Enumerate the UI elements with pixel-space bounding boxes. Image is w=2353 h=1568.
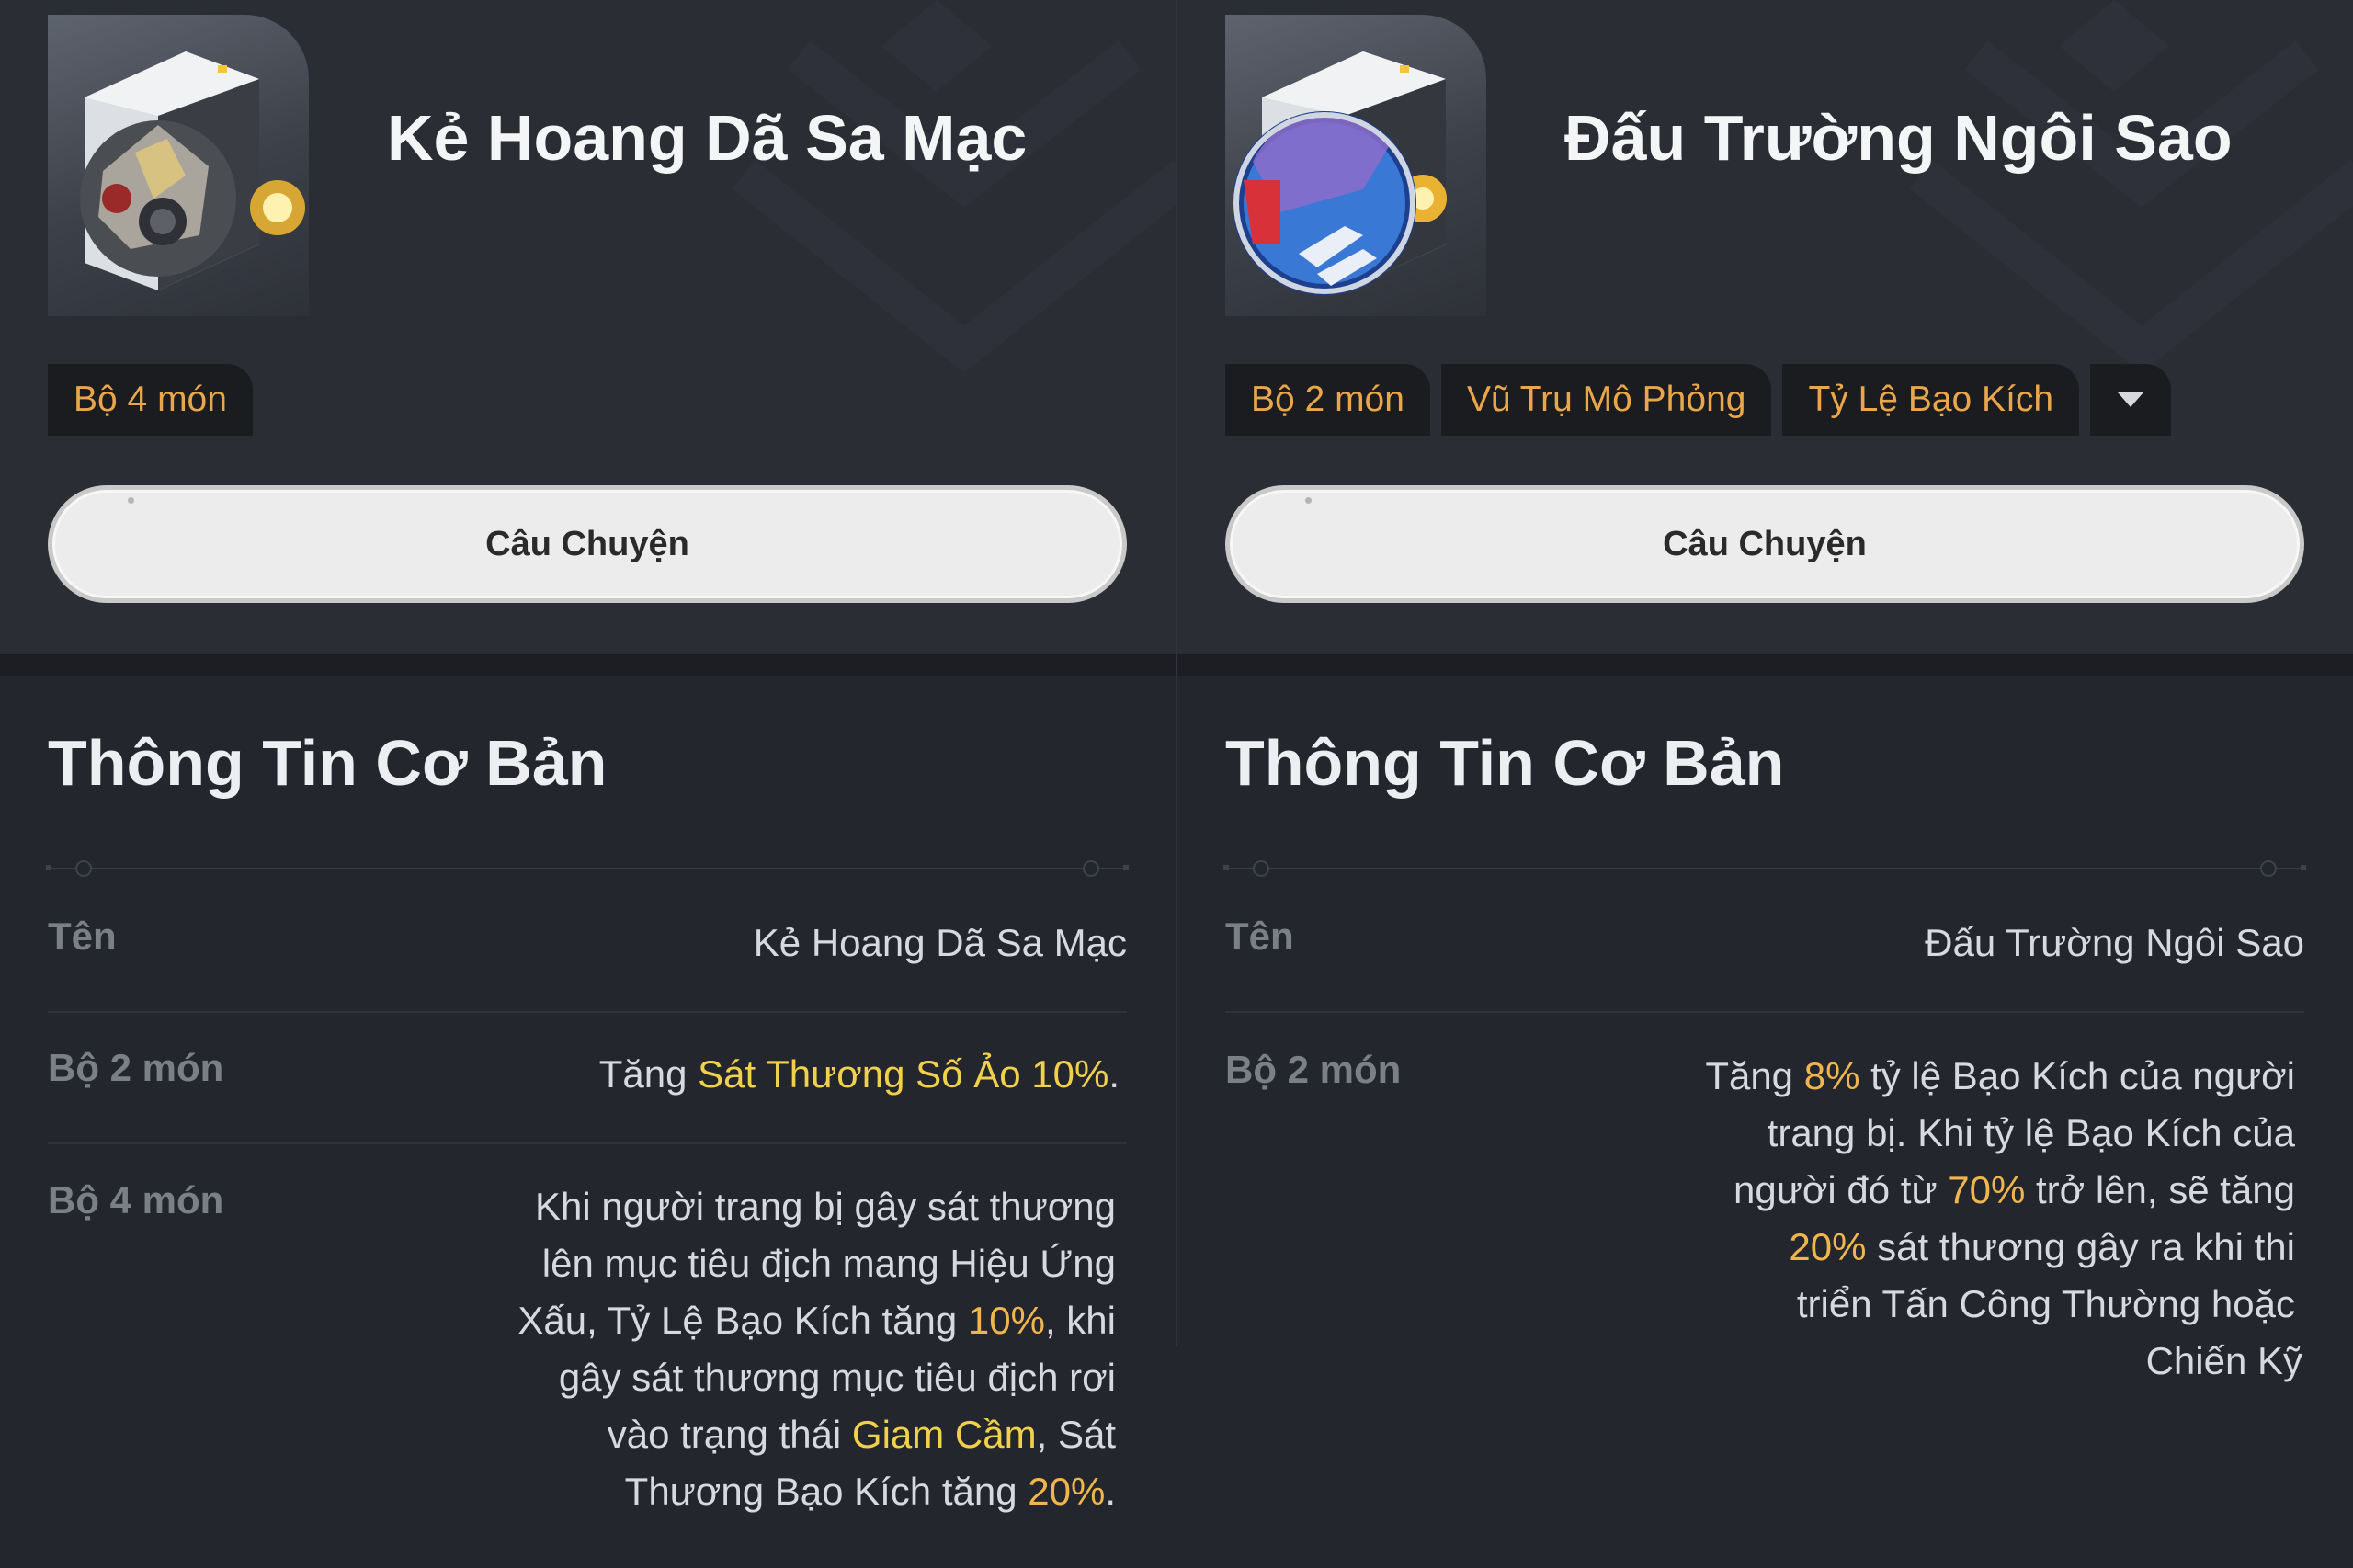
desc-line: người đó từ 70% trở lên, sẽ tăng: [1705, 1162, 2295, 1219]
relic-set-title: Đấu Trường Ngôi Sao: [1564, 102, 2233, 174]
row-divider: [1225, 1011, 2304, 1013]
desc-line: vào trạng thái Giam Cầm, Sát: [517, 1406, 1116, 1463]
relic-panel-left: Kẻ Hoang Dã Sa Mạc Bộ 4 món Câu Chuyện T…: [0, 0, 1176, 1568]
tag-row: Bộ 4 món: [48, 364, 253, 436]
separator-ornament: [1123, 865, 1129, 870]
row-value: Khi người trang bị gây sát thương lên mụ…: [517, 1178, 1116, 1520]
tag-set-4[interactable]: Bộ 4 món: [48, 364, 253, 436]
separator-ornament: [1223, 865, 1229, 870]
text-segment: triển Tấn Công Thường hoặc: [1796, 1282, 2295, 1325]
text-segment: , Sát: [1036, 1413, 1116, 1456]
story-button-label: Câu Chuyện: [1663, 524, 1867, 563]
row-value: Đấu Trường Ngôi Sao: [1925, 921, 2304, 964]
text-segment: trở lên, sẽ tăng: [2025, 1168, 2295, 1211]
highlight-text: 20%: [1789, 1225, 1867, 1268]
text-segment: người đó từ: [1733, 1168, 1949, 1211]
story-button-label: Câu Chuyện: [485, 524, 689, 563]
row-value: Kẻ Hoang Dã Sa Mạc: [753, 921, 1127, 964]
text-segment: vào trạng thái: [607, 1413, 852, 1456]
row-divider: [48, 1142, 1127, 1144]
panel-header: Kẻ Hoang Dã Sa Mạc Bộ 4 món Câu Chuyện: [0, 0, 1176, 654]
section-title: Thông Tin Cơ Bản: [1225, 727, 1785, 799]
row-label: Tên: [1225, 915, 1294, 958]
text-segment: Khi người trang bị gây sát thương: [535, 1185, 1116, 1228]
desc-line: gây sát thương mục tiêu địch rơi: [517, 1349, 1116, 1406]
highlight-text: 8%: [1803, 1054, 1860, 1097]
row-label: Bộ 2 món: [1225, 1048, 1402, 1091]
relic-set-title: Kẻ Hoang Dã Sa Mạc: [387, 102, 1028, 174]
text-segment: Thương Bạo Kích tăng: [624, 1470, 1029, 1513]
row-value: Tăng Sát Thương Số Ảo 10%.: [599, 1046, 1120, 1103]
story-button[interactable]: Câu Chuyện: [48, 485, 1127, 603]
panel-header: Đấu Trường Ngôi Sao Bộ 2 món Vũ Trụ Mô P…: [1177, 0, 2353, 654]
section-separator: [46, 860, 1129, 877]
desc-line: Tăng 8% tỷ lệ Bạo Kích của người: [1705, 1048, 2295, 1105]
separator-ornament: [1083, 860, 1099, 877]
row-divider: [48, 1011, 1127, 1013]
text-segment: Tăng: [1705, 1054, 1804, 1097]
section-separator: [1223, 860, 2306, 877]
separator-ornament: [46, 865, 51, 870]
button-dot: [128, 497, 134, 504]
desc-line: 20% sát thương gây ra khi thi: [1705, 1219, 2295, 1276]
text-segment: tỷ lệ Bạo Kích của người: [1859, 1054, 2295, 1097]
desc-line: Khi người trang bị gây sát thương: [517, 1178, 1116, 1235]
highlight-text: Sát Thương Số Ảo 10%: [698, 1052, 1109, 1096]
text-segment: .: [1108, 1052, 1120, 1096]
desc-line: triển Tấn Công Thường hoặc: [1705, 1276, 2295, 1333]
text-segment: Chiến Kỹ: [2145, 1339, 2302, 1382]
highlight-text: 70%: [1948, 1168, 2026, 1211]
text-segment: lên mục tiêu địch mang Hiệu Ứng: [541, 1242, 1116, 1285]
desc-line: Chiến Kỹ: [1705, 1333, 2302, 1390]
text-segment: gây sát thương mục tiêu địch rơi: [558, 1356, 1116, 1399]
background-emblem: [732, 0, 1176, 373]
highlight-text: 10%: [967, 1299, 1045, 1342]
text-segment: sát thương gây ra khi thi: [1866, 1225, 2295, 1268]
separator-ornament: [2260, 860, 2277, 877]
row-label: Bộ 2 món: [48, 1046, 224, 1089]
separator-ornament: [2301, 865, 2306, 870]
row-label: Tên: [48, 915, 117, 958]
desc-line: Xấu, Tỷ Lệ Bạo Kích tăng 10%, khi: [517, 1292, 1116, 1349]
tag-row: Bộ 2 món Vũ Trụ Mô Phỏng Tỷ Lệ Bạo Kích: [1225, 364, 2172, 436]
text-segment: trang bị. Khi tỷ lệ Bạo Kích của: [1767, 1111, 2295, 1154]
tag-crit-rate[interactable]: Tỷ Lệ Bạo Kích: [1782, 364, 2080, 436]
section-band: [0, 654, 1176, 676]
tags-dropdown-button[interactable]: [2090, 364, 2172, 436]
background-emblem: [1909, 0, 2353, 373]
section-band: [1177, 654, 2353, 676]
text-segment: Tăng: [598, 1052, 699, 1096]
tag-set-2[interactable]: Bộ 2 món: [1225, 364, 1430, 436]
row-value: Tăng 8% tỷ lệ Bạo Kích của người trang b…: [1705, 1048, 2302, 1390]
text-segment: Xấu, Tỷ Lệ Bạo Kích tăng: [517, 1299, 968, 1342]
highlight-text: Giam Cầm: [851, 1413, 1037, 1456]
story-button[interactable]: Câu Chuyện: [1225, 485, 2304, 603]
row-label: Bộ 4 món: [48, 1178, 224, 1221]
separator-ornament: [75, 860, 92, 877]
relic-panel-right: Đấu Trường Ngôi Sao Bộ 2 món Vũ Trụ Mô P…: [1177, 0, 2353, 1568]
highlight-text: 20%: [1028, 1470, 1106, 1513]
tag-simulated-universe[interactable]: Vũ Trụ Mô Phỏng: [1440, 364, 1772, 436]
section-title: Thông Tin Cơ Bản: [48, 727, 608, 799]
desc-line: lên mục tiêu địch mang Hiệu Ứng: [517, 1235, 1116, 1292]
chevron-down-icon: [2118, 392, 2144, 407]
text-segment: , khi: [1044, 1299, 1116, 1342]
desc-line: trang bị. Khi tỷ lệ Bạo Kích của: [1705, 1105, 2295, 1162]
desc-line: Thương Bạo Kích tăng 20%.: [517, 1463, 1116, 1520]
text-segment: .: [1105, 1470, 1116, 1513]
separator-ornament: [1253, 860, 1269, 877]
button-dot: [1305, 497, 1312, 504]
